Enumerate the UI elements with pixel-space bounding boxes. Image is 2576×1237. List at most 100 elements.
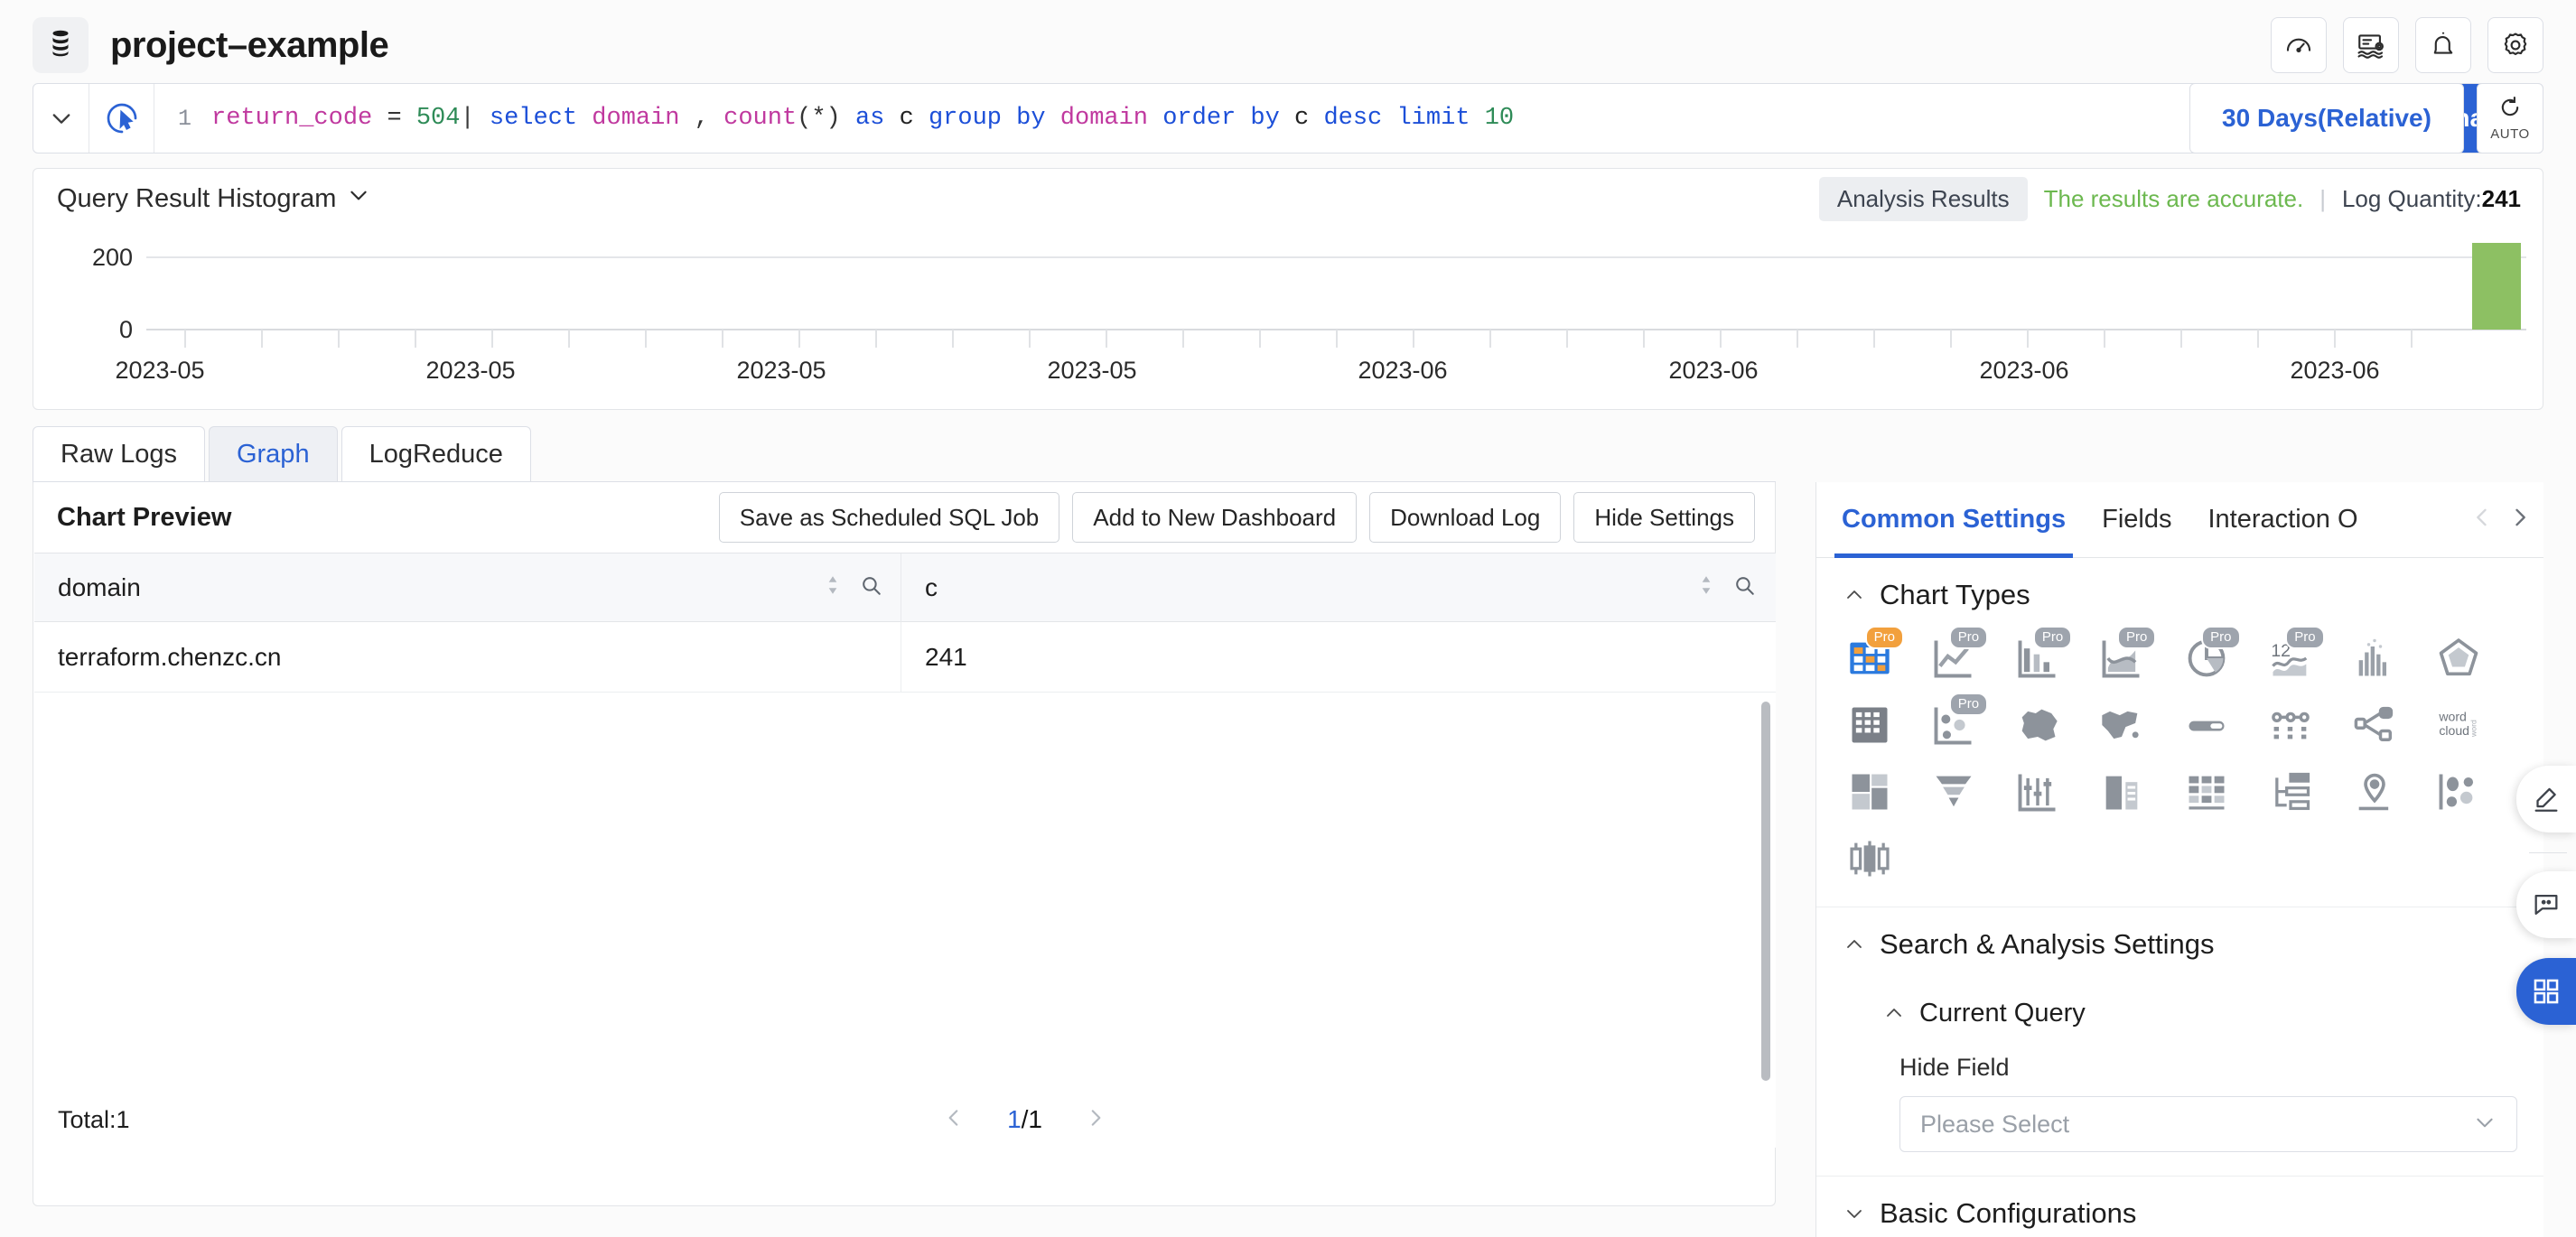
settings-gear-icon[interactable] [2487,17,2543,73]
cell-domain: terraform.chenzc.cn [34,622,901,693]
save-scheduled-sql-job-button[interactable]: Save as Scheduled SQL Job [718,492,1060,543]
hide-field-placeholder: Please Select [1920,1110,2070,1138]
svg-text:200: 200 [92,244,133,271]
word-cloud-icon[interactable]: word cloud word [2432,699,2485,751]
chevron-up-icon [1843,934,1865,955]
search-analysis-settings-header[interactable]: Search & Analysis Settings [1843,907,2516,981]
svg-text:2023-05: 2023-05 [736,357,826,384]
table-empty-area [34,693,1776,1148]
flow-chart-icon[interactable] [2264,766,2317,818]
table-chart-icon[interactable]: Pro [1843,626,1904,684]
box-plot-icon[interactable] [1843,832,1896,885]
bubble-chart-icon[interactable] [2432,766,2485,818]
svg-text:2023-06: 2023-06 [1668,357,1758,384]
chevron-right-icon[interactable] [2507,505,2533,535]
hide-settings-button[interactable]: Hide Settings [1573,492,1755,543]
download-log-button[interactable]: Download Log [1369,492,1562,543]
table-total-label: Total:1 [58,1105,130,1133]
page-indicator: 1/1 [1007,1105,1042,1134]
basic-configurations-section: Basic Configurations [1816,1177,2543,1237]
floating-action-rail [2516,766,2576,1045]
query-cursor-icon[interactable] [89,84,154,153]
china-map-icon[interactable] [2011,699,2064,751]
edit-pencil-icon[interactable] [2516,766,2576,832]
auto-refresh-button[interactable]: AUTO [2477,83,2543,153]
chart-preview-panel: Chart Preview Save as Scheduled SQL Job … [33,482,1776,1206]
log-quantity: Log Quantity:241 [2342,185,2521,213]
scatter-chart-icon[interactable]: Pro [1927,693,1989,751]
svg-text:cloud: cloud [2439,723,2469,738]
tab-logreduce[interactable]: LogReduce [341,426,531,482]
table-column-domain-label: domain [58,573,141,601]
dashboard-gauge-icon[interactable] [2271,17,2327,73]
sort-updown-icon[interactable] [821,573,845,603]
query-result-histogram-card: Query Result Histogram Analysis Results … [33,168,2543,410]
histogram-title-toggle[interactable]: Query Result Histogram [57,183,370,214]
area-chart-icon[interactable]: Pro [2095,626,2157,684]
add-to-new-dashboard-button[interactable]: Add to New Dashboard [1072,492,1358,543]
chevron-right-icon[interactable] [1084,1106,1107,1134]
funnel-chart-icon[interactable] [1927,766,1980,818]
radar-chart-icon[interactable] [2432,632,2485,684]
chevron-down-icon[interactable] [33,84,89,153]
chevron-left-icon[interactable] [2469,505,2495,535]
log-config-icon[interactable] [2343,17,2399,73]
chart-types-header[interactable]: Chart Types [1843,558,2516,632]
topology-icon[interactable] [2264,699,2317,751]
hide-field-select[interactable]: Please Select [1899,1096,2517,1152]
pivot-table-icon[interactable] [1843,699,1896,751]
histogram-title: Query Result Histogram [57,183,337,213]
search-icon[interactable] [859,573,882,603]
histogram-chart-icon[interactable] [2348,632,2401,684]
chevron-left-icon[interactable] [942,1106,966,1134]
table-row[interactable]: terraform.chenzc.cn 241 [34,622,1776,693]
current-query-header[interactable]: Current Query [1883,981,2516,1045]
tab-raw-logs[interactable]: Raw Logs [33,426,205,482]
tab-graph[interactable]: Graph [208,426,338,482]
column-chart-icon[interactable]: Pro [2011,626,2073,684]
map-marker-icon[interactable] [2348,766,2401,818]
line-chart-icon[interactable]: Pro [1927,626,1989,684]
pro-badge: Pro [1948,626,1989,649]
histogram-bar [2472,243,2521,330]
pro-badge: Pro [2117,626,2157,649]
current-query-title: Current Query [1919,998,2086,1028]
pro-badge: Pro [1948,693,1989,716]
parallel-chart-icon[interactable] [2011,766,2064,818]
query-bar: 1 return_code = 504| select domain , cou… [33,83,2543,153]
treemap-icon[interactable] [1843,766,1896,818]
histogram-chart[interactable]: 200 0 2023-05 2023-05 2023-05 2023-05 20… [33,228,2543,409]
query-text: return_code = 504| select domain , count… [211,105,1515,132]
apps-grid-icon[interactable] [2516,958,2576,1025]
tab-common-settings[interactable]: Common Settings [1824,482,2084,558]
grid-table-icon[interactable] [2180,766,2233,818]
time-range-picker[interactable]: 30 Days(Relative) [2189,83,2464,153]
tab-interaction-options[interactable]: Interaction O [2189,482,2375,558]
table-column-c[interactable]: c [901,553,1774,622]
single-value-chart-icon[interactable]: 12 Pro [2264,626,2325,684]
sort-updown-icon[interactable] [1694,573,1718,603]
svg-text:0: 0 [119,316,133,343]
tab-fields[interactable]: Fields [2084,482,2189,558]
basic-configurations-title: Basic Configurations [1880,1197,2137,1229]
chart-preview-actions: Save as Scheduled SQL Job Add to New Das… [718,492,1755,543]
basic-configurations-header[interactable]: Basic Configurations [1843,1177,2516,1237]
database-stack-icon [45,28,76,63]
notification-bell-icon[interactable] [2415,17,2471,73]
search-icon[interactable] [1732,573,1756,603]
feedback-chat-icon[interactable] [2516,871,2576,938]
analysis-results-badge[interactable]: Analysis Results [1818,176,2028,221]
table-vertical-scrollbar[interactable] [1761,702,1770,1081]
query-input[interactable]: 1 return_code = 504| select domain , cou… [154,84,2203,153]
svg-text:2023-05: 2023-05 [1047,357,1136,384]
chevron-up-icon [1883,1002,1905,1024]
table-column-domain[interactable]: domain [34,553,901,622]
pro-badge: Pro [2285,626,2325,649]
relation-graph-icon[interactable] [2348,699,2401,751]
pie-chart-icon[interactable]: Pro [2180,626,2241,684]
progress-bar-icon[interactable] [2180,699,2233,751]
gantt-chart-icon[interactable] [2095,766,2148,818]
world-map-icon[interactable] [2095,699,2148,751]
chart-type-grid: Pro Pro Pro Pro Pro 12 Pro Pro word clou… [1843,626,2516,907]
project-logo [33,17,89,73]
